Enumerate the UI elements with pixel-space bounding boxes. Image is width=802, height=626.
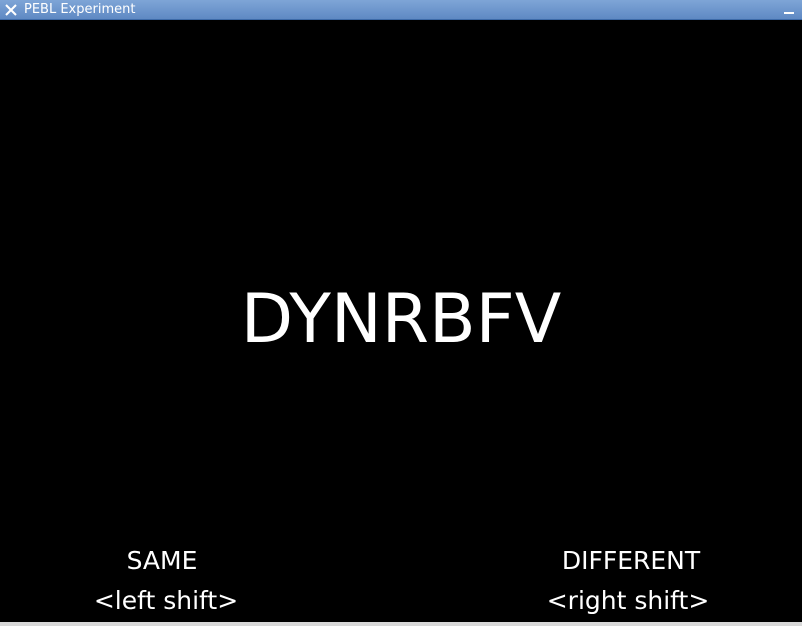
experiment-stage: DYNRBFV SAME <left shift> DIFFERENT <rig… (0, 20, 802, 622)
same-response-key: <left shift> (93, 586, 239, 615)
experiment-window: PEBL Experiment DYNRBFV SAME <left shift… (0, 0, 802, 626)
window-bottom-border (0, 622, 802, 626)
different-response-label: DIFFERENT (561, 546, 701, 575)
close-icon[interactable] (4, 3, 18, 17)
stimulus-letters: DYNRBFV (240, 280, 562, 359)
title-bar[interactable]: PEBL Experiment (0, 0, 802, 20)
same-response-label: SAME (126, 546, 198, 575)
different-response-key: <right shift> (546, 586, 710, 615)
window-title: PEBL Experiment (24, 2, 136, 17)
minimize-icon[interactable] (782, 2, 796, 16)
